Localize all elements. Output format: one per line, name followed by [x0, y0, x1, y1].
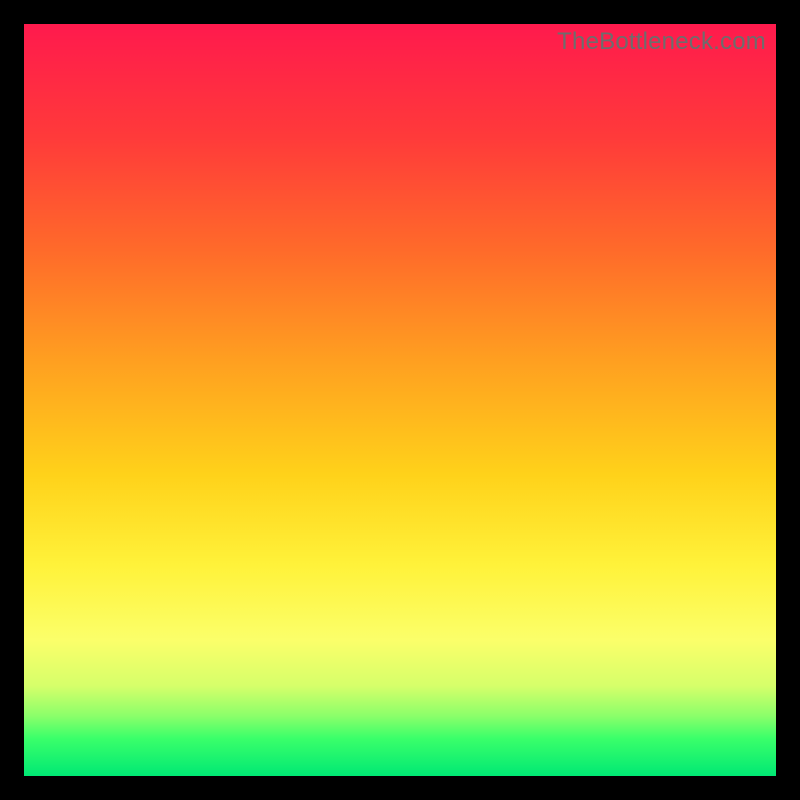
- plot-area: TheBottleneck.com: [24, 24, 776, 776]
- background-gradient: [24, 24, 776, 776]
- watermark-text: TheBottleneck.com: [557, 28, 766, 56]
